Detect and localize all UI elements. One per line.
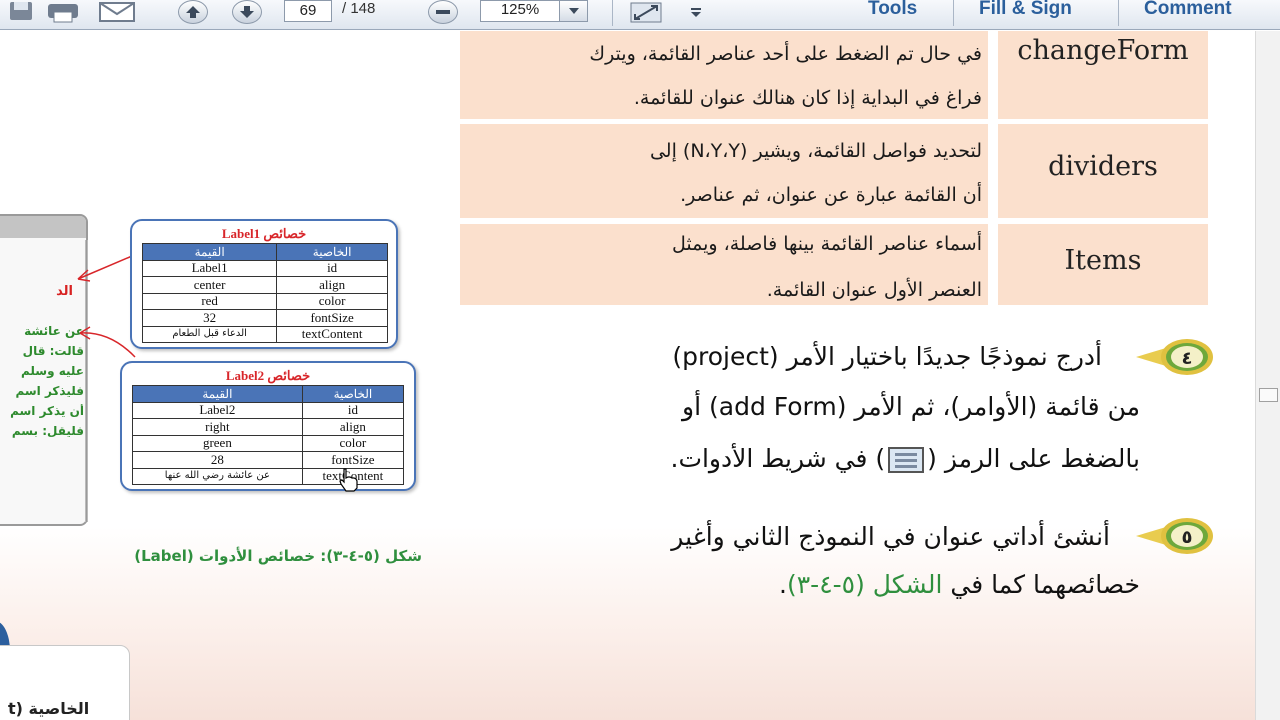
- toolbar-divider: [953, 0, 954, 26]
- table-row: right align: [132, 418, 405, 436]
- table-row: 32 fontSize: [141, 309, 388, 327]
- col-value-header: القيمة: [132, 385, 303, 403]
- step-5-line-1: أنشئ أداتي عنوان في النموذج الثاني وأغير: [671, 522, 1110, 551]
- print-icon[interactable]: [44, 0, 82, 26]
- toolbar-divider: [612, 0, 613, 26]
- table-row-description: أسماء عناصر القائمة بينها فاصلة، ويمثل: [672, 233, 982, 255]
- cell-value: Label2: [132, 401, 303, 419]
- step-4-line-2: من قائمة (الأوامر)، ثم الأمر (add Form) …: [682, 392, 1140, 421]
- save-icon[interactable]: [4, 0, 38, 26]
- cell-value: 32: [141, 309, 278, 327]
- table-row-property-name: changeForm: [1017, 35, 1189, 66]
- cell-property: color: [276, 292, 388, 310]
- label2-properties-table: القيمة الخاصية Label2 id right align green…: [132, 385, 405, 485]
- cell-property: align: [301, 418, 405, 436]
- table-row-description: العنصر الأول عنوان القائمة.: [766, 279, 982, 301]
- table-row-property-name: Items: [1064, 245, 1142, 276]
- cell-value: right: [132, 418, 303, 436]
- table-row: Label1 id: [141, 259, 388, 277]
- hand-cursor-icon: [339, 468, 358, 492]
- table-row-property-name: dividers: [1048, 151, 1158, 182]
- table-row-description: أن القائمة عبارة عن عنوان، ثم عناصر.: [680, 184, 982, 206]
- table-row: Label2 id: [132, 401, 405, 419]
- arrow-down-icon: [240, 6, 254, 18]
- table-row: red color: [141, 292, 388, 310]
- cell-value: red: [141, 292, 278, 310]
- email-icon[interactable]: [96, 0, 138, 26]
- step-4-line-1: أدرج نموذجًا جديدًا باختيار الأمر (proje…: [672, 342, 1102, 371]
- document-page: في حال تم الضغط على أحد عناصر القائمة، و…: [0, 31, 1255, 720]
- table-row: الدعاء قبل الطعام textContent: [141, 325, 388, 343]
- figure-reference: الشكل (٥-٤-٣): [786, 570, 943, 599]
- table-row: عن عائشة رضي الله عنها textContent: [132, 467, 405, 485]
- bottom-card-label: الخاصية (t: [8, 699, 90, 718]
- table-row-description: فراغ في البداية إذا كان هنالك عنوان للقا…: [633, 87, 982, 109]
- label2-properties-box: خصائص Label2 القيمة الخاصية Label2 id rig…: [120, 361, 416, 491]
- label1-properties-table: القيمة الخاصية Label1 id center align red c…: [141, 243, 388, 343]
- step-5-number: ٥: [1182, 527, 1193, 548]
- label1-properties-box: خصائص Label1 القيمة الخاصية Label1 id cen…: [130, 219, 398, 349]
- arrow-up-icon: [186, 6, 200, 18]
- zoom-value: 125%: [500, 1, 540, 18]
- cell-value: 28: [132, 451, 303, 469]
- step-5-line-2-start: خصائصهما كما في: [942, 570, 1140, 599]
- previous-page-button[interactable]: [178, 0, 208, 24]
- page-total: / 148: [342, 0, 376, 17]
- figure-caption: شكل (٥-٤-٣): خصائص الأدوات (Label): [134, 547, 422, 565]
- step-4-line-3-start: بالضغط على الرمز (: [927, 444, 1140, 473]
- cell-property: id: [276, 259, 388, 277]
- col-value-header: القيمة: [141, 243, 278, 261]
- cell-property: textContent: [276, 325, 388, 343]
- cell-value: الدعاء قبل الطعام: [141, 325, 278, 343]
- toolbar-divider: [1118, 0, 1119, 26]
- cell-value: center: [141, 276, 278, 294]
- cell-property: id: [301, 401, 405, 419]
- cell-value: Label1: [141, 259, 278, 277]
- table-row: 28 fontSize: [132, 451, 405, 469]
- page-number-input[interactable]: 69: [284, 0, 332, 22]
- table-row-description: لتحديد فواصل القائمة، ويشير (N،Y،Y) إلى: [649, 140, 982, 162]
- cell-property: fontSize: [276, 309, 388, 327]
- comment-button[interactable]: Comment: [1144, 0, 1232, 20]
- step-4-line-3: بالضغط على الرمز ( ) في شريط الأدوات.: [446, 433, 1140, 485]
- step-4-badge: ٤: [1136, 339, 1213, 375]
- scrollbar-thumb[interactable]: [1259, 388, 1278, 402]
- zoom-out-button[interactable]: [428, 0, 458, 24]
- zoom-select[interactable]: 125%: [480, 0, 588, 22]
- toolbar-options-icon[interactable]: [684, 0, 708, 26]
- step-4-number: ٤: [1182, 348, 1193, 369]
- table-header-row: القيمة الخاصية: [141, 243, 388, 261]
- col-property-header: الخاصية: [301, 385, 405, 403]
- cell-property: fontSize: [301, 451, 405, 469]
- table-header-row: القيمة الخاصية: [132, 385, 405, 403]
- step-5-line-2: خصائصهما كما في الشكل (٥-٤-٣).: [446, 559, 1140, 611]
- form-icon: [888, 447, 925, 473]
- cell-property: align: [276, 276, 388, 294]
- acrobat-toolbar: 69 / 148 125% Tools Fill & Sign Comment: [0, 0, 1280, 30]
- tools-button[interactable]: Tools: [868, 0, 917, 20]
- fill-sign-button[interactable]: Fill & Sign: [979, 0, 1072, 20]
- minus-icon: [436, 10, 450, 14]
- step-5-line-2-end: .: [779, 570, 787, 599]
- cell-value: عن عائشة رضي الله عنها: [132, 467, 303, 485]
- cell-value: green: [132, 434, 303, 452]
- step-4-line-3-end: ) في شريط الأدوات.: [670, 444, 886, 473]
- col-property-header: الخاصية: [276, 243, 388, 261]
- table-row: green color: [132, 434, 405, 452]
- label1-box-title: خصائص Label1: [221, 226, 307, 241]
- table-row: center align: [141, 276, 388, 294]
- next-page-button[interactable]: [232, 0, 262, 24]
- label2-box-title: خصائص Label2: [225, 368, 311, 383]
- vertical-scrollbar[interactable]: [1255, 31, 1280, 720]
- cell-property: color: [301, 434, 405, 452]
- fit-page-icon[interactable]: [626, 0, 666, 26]
- step-5-badge: ٥: [1136, 518, 1213, 554]
- chevron-down-icon[interactable]: [559, 1, 587, 21]
